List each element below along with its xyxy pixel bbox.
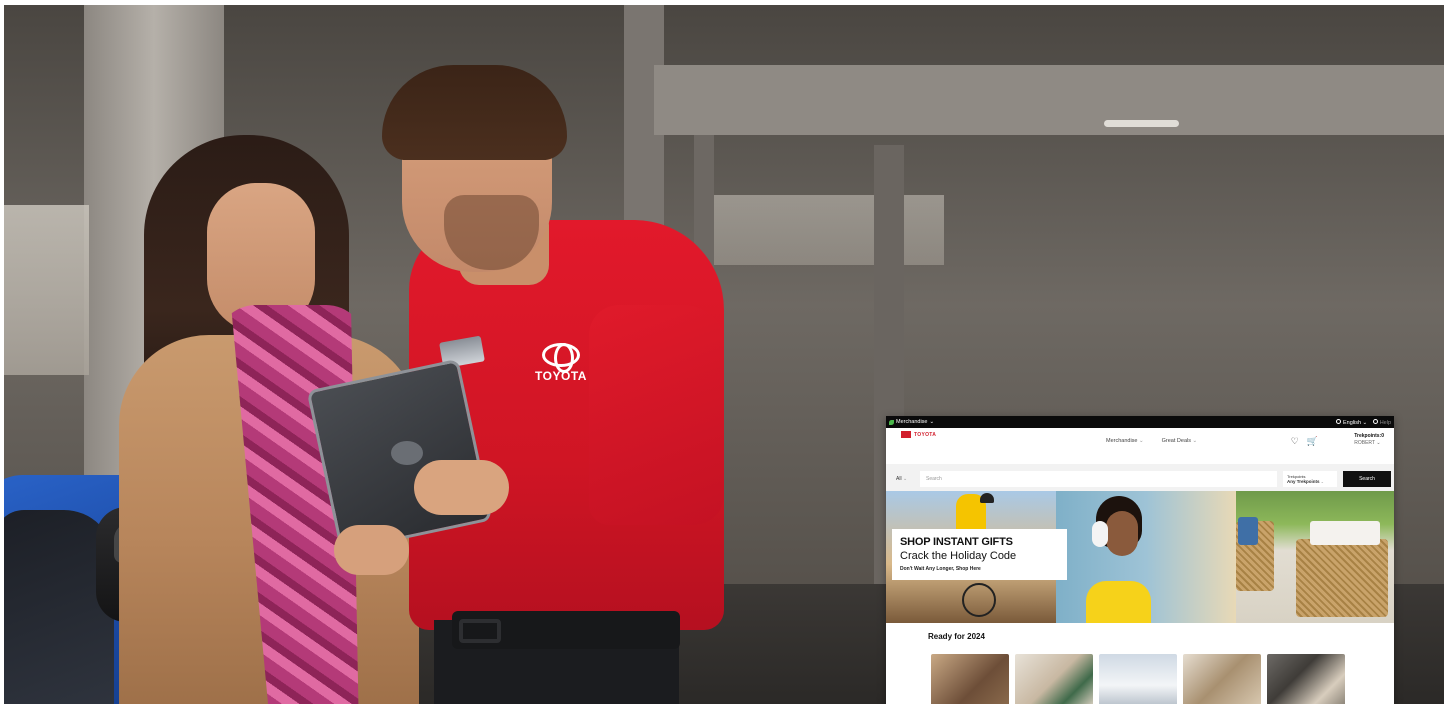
language-selector[interactable]: English ⌄ bbox=[1336, 418, 1368, 426]
interior-light bbox=[704, 195, 944, 265]
leaf-icon bbox=[889, 419, 894, 425]
toyota-logo-icon bbox=[901, 431, 911, 438]
chevron-down-icon: ⌄ bbox=[1192, 438, 1198, 444]
main-nav: Merchandise ⌄ Great Deals ⌄ bbox=[1106, 438, 1197, 444]
hero-banner[interactable]: SHOP INSTANT GIFTS Crack the Holiday Cod… bbox=[886, 491, 1394, 623]
thumbnail[interactable] bbox=[1267, 654, 1345, 704]
toyota-logo-icon bbox=[542, 343, 580, 373]
wicker-chair bbox=[1296, 539, 1388, 617]
thumbnail[interactable] bbox=[931, 654, 1009, 704]
category-select-value: All bbox=[896, 476, 902, 482]
category-switcher[interactable]: Merchandise bbox=[896, 419, 928, 425]
woman-top bbox=[1086, 581, 1151, 623]
chevron-down-icon: ⌄ bbox=[929, 419, 935, 425]
promo-subheadline: Crack the Holiday Code bbox=[900, 550, 1017, 562]
top-bar: Merchandise ⌄ English ⌄ Help bbox=[886, 416, 1394, 428]
nav-label: Merchandise bbox=[1106, 438, 1138, 444]
promo-card: SHOP INSTANT GIFTS Crack the Holiday Cod… bbox=[892, 529, 1067, 580]
bike-wheel bbox=[962, 583, 996, 617]
chevron-down-icon: ⌄ bbox=[1320, 479, 1324, 484]
promo-cta[interactable]: Don't Wait Any Longer, Shop Here bbox=[900, 566, 1059, 572]
cushion bbox=[1310, 521, 1380, 545]
language-label: English bbox=[1342, 419, 1362, 426]
help-circle-icon bbox=[1373, 418, 1379, 424]
headphones bbox=[1092, 521, 1108, 547]
tablet-camera bbox=[391, 441, 423, 465]
filter-value: Any Trekpoints bbox=[1287, 479, 1320, 484]
website-screenshot: Merchandise ⌄ English ⌄ Help TOYOTA Merc… bbox=[886, 416, 1394, 704]
shirt-logo-text: TOYOTA bbox=[535, 369, 587, 383]
user-name: ROBERT bbox=[1354, 440, 1375, 446]
section-title: Ready for 2024 bbox=[928, 632, 985, 641]
category-select[interactable]: All ⌄ bbox=[896, 476, 914, 482]
trekpoints-balance: Trekpoints:0 bbox=[1354, 433, 1384, 439]
cushion bbox=[1238, 517, 1258, 545]
banner-image-patio bbox=[1236, 491, 1394, 623]
search-placeholder: Search bbox=[926, 476, 942, 482]
brand-logo[interactable]: TOYOTA bbox=[901, 431, 936, 438]
promo-headline: SHOP INSTANT GIFTS bbox=[900, 536, 1013, 548]
thumbnail[interactable] bbox=[1099, 654, 1177, 704]
chevron-down-icon: ⌄ bbox=[1362, 419, 1368, 426]
chevron-down-icon: ⌄ bbox=[1376, 440, 1381, 446]
nav-item-great-deals[interactable]: Great Deals ⌄ bbox=[1162, 438, 1198, 444]
ceiling-light bbox=[1104, 120, 1179, 127]
entrance-canopy bbox=[654, 65, 1444, 135]
site-header: TOYOTA Merchandise ⌄ Great Deals ⌄ ♡ 🛒 T… bbox=[886, 428, 1394, 460]
search-bar: All ⌄ Search Trekpoints Any Trekpoints ⌄… bbox=[886, 464, 1394, 494]
thumbnail[interactable] bbox=[1183, 654, 1261, 704]
man-hair bbox=[382, 65, 567, 160]
cart-icon[interactable]: 🛒 bbox=[1307, 436, 1318, 447]
window-light bbox=[4, 205, 89, 375]
nav-item-merchandise[interactable]: Merchandise ⌄ bbox=[1106, 438, 1144, 444]
brand-name: TOYOTA bbox=[914, 431, 937, 438]
helmet bbox=[980, 493, 994, 503]
heart-icon[interactable]: ♡ bbox=[1291, 436, 1299, 447]
chevron-down-icon: ⌄ bbox=[1139, 438, 1144, 444]
help-link[interactable]: Help bbox=[1373, 418, 1391, 426]
account-menu[interactable]: Trekpoints:0 ROBERT ⌄ bbox=[1354, 433, 1384, 447]
header-icons: ♡ 🛒 bbox=[1291, 436, 1318, 447]
belt-buckle bbox=[459, 619, 501, 643]
trekpoints-filter[interactable]: Trekpoints Any Trekpoints ⌄ bbox=[1283, 471, 1337, 487]
nav-label: Great Deals bbox=[1161, 438, 1191, 444]
search-button[interactable]: Search bbox=[1343, 471, 1391, 487]
thumbnail[interactable] bbox=[1015, 654, 1093, 704]
help-label: Help bbox=[1379, 419, 1391, 426]
man-sleeve bbox=[589, 305, 724, 525]
search-input[interactable]: Search bbox=[920, 471, 1277, 487]
banner-image-headphones bbox=[1056, 491, 1236, 623]
product-thumbnails bbox=[931, 654, 1345, 704]
hand bbox=[334, 525, 409, 575]
hand bbox=[414, 460, 509, 515]
woman-face bbox=[1106, 511, 1138, 556]
globe-icon bbox=[1336, 418, 1342, 424]
chevron-down-icon: ⌄ bbox=[902, 476, 908, 482]
